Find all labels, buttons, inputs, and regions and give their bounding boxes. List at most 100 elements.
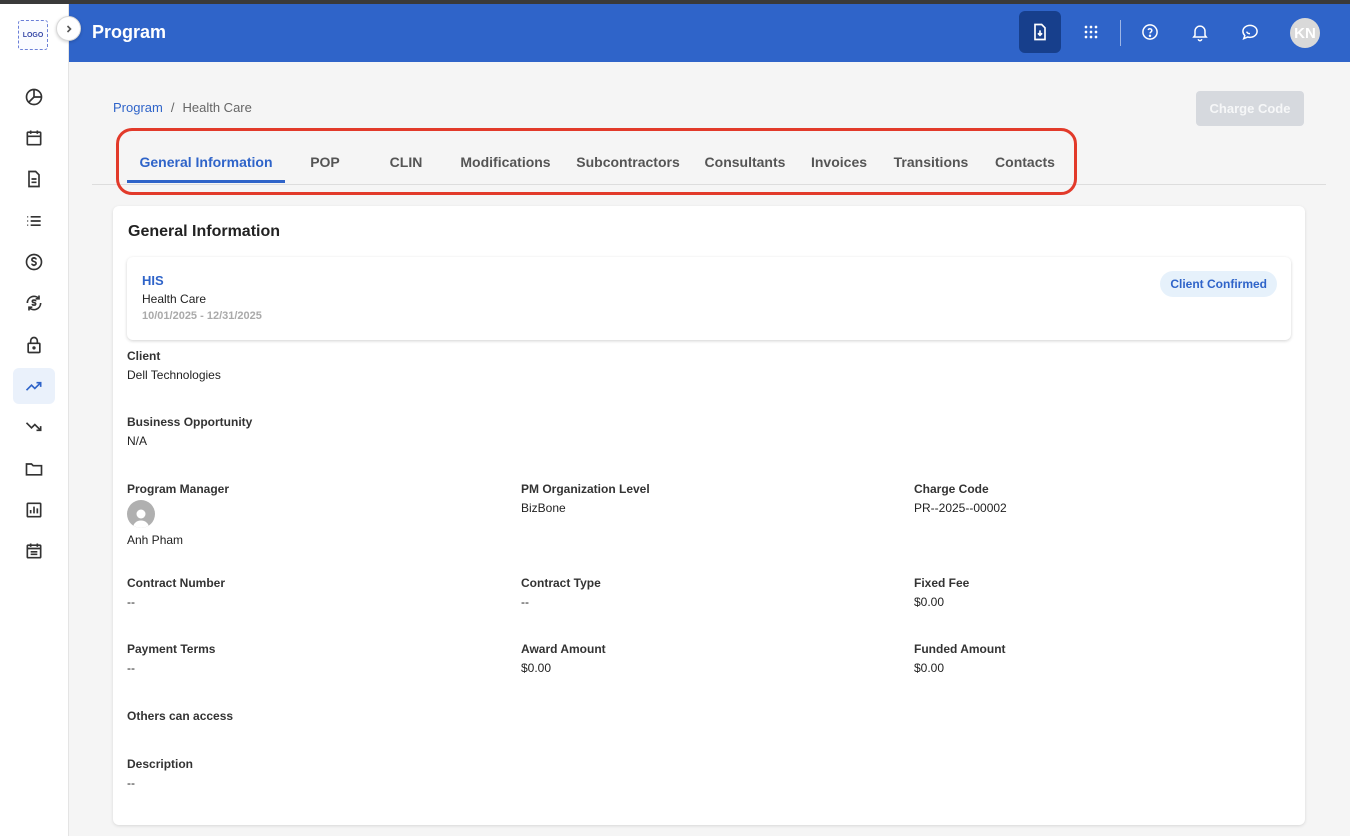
- sidebar-item-programs[interactable]: [13, 368, 55, 404]
- top-header: Program KN: [69, 4, 1350, 62]
- field-contract-number: Contract Number --: [127, 576, 225, 609]
- tab-consultants[interactable]: Consultants: [700, 143, 790, 183]
- field-label: Program Manager: [127, 482, 230, 496]
- tab-subcontractors[interactable]: Subcontractors: [573, 143, 683, 183]
- avatar: [127, 500, 155, 528]
- field-description: Description --: [127, 757, 193, 790]
- general-information-card: General Information HIS Health Care 10/0…: [113, 206, 1305, 825]
- field-value: --: [127, 595, 135, 609]
- person-icon: [133, 509, 149, 528]
- sidebar-item-folders[interactable]: [13, 451, 55, 487]
- pie-chart-icon: [25, 88, 43, 106]
- apps-button[interactable]: [1070, 11, 1112, 53]
- download-button[interactable]: [1019, 11, 1061, 53]
- sidebar-item-reports[interactable]: [13, 492, 55, 528]
- field-value: --: [521, 595, 529, 609]
- field-value: Dell Technologies: [127, 368, 221, 382]
- sidebar-item-calendar[interactable]: [13, 120, 55, 156]
- section-title: General Information: [128, 223, 281, 240]
- charge-code-button[interactable]: Charge Code: [1196, 91, 1304, 126]
- field-label: Business Opportunity: [127, 415, 253, 429]
- program-summary-card: HIS Health Care 10/01/2025 - 12/31/2025 …: [127, 257, 1291, 340]
- notifications-button[interactable]: [1179, 11, 1221, 53]
- tab-transitions[interactable]: Transitions: [889, 143, 973, 183]
- field-value: $0.00: [521, 661, 552, 675]
- tab-contacts[interactable]: Contacts: [991, 143, 1059, 183]
- tabs-divider: [92, 184, 1326, 185]
- help-icon: [1142, 24, 1158, 40]
- user-avatar[interactable]: KN: [1290, 18, 1320, 48]
- field-client: Client Dell Technologies: [127, 349, 221, 382]
- field-label: Fixed Fee: [914, 576, 970, 590]
- app-logo: LOGO: [18, 20, 48, 50]
- bell-icon: [1192, 25, 1208, 42]
- calendar-icon: [26, 130, 42, 146]
- help-button[interactable]: [1129, 11, 1171, 53]
- sidebar-item-dashboard[interactable]: [13, 79, 55, 115]
- chat-button[interactable]: [1229, 11, 1271, 53]
- download-file-icon: [1034, 23, 1046, 41]
- sidebar-item-billing[interactable]: [13, 285, 55, 321]
- status-badge: Client Confirmed: [1160, 271, 1277, 297]
- field-label: Charge Code: [914, 482, 989, 496]
- bar-report-icon: [26, 502, 42, 518]
- field-label: Client: [127, 349, 161, 363]
- field-label: Contract Number: [127, 576, 226, 590]
- field-label: Payment Terms: [127, 642, 216, 656]
- field-value: --: [127, 661, 135, 675]
- document-icon: [28, 170, 40, 188]
- dollar-sync-icon: [26, 295, 42, 311]
- breadcrumb-separator: /: [170, 100, 175, 115]
- sidebar: LOGO: [0, 4, 69, 836]
- program-name: Health Care: [142, 292, 207, 306]
- sidebar-item-documents[interactable]: [13, 161, 55, 197]
- field-label: Others can access: [127, 709, 234, 723]
- tab-clin[interactable]: CLIN: [376, 143, 436, 183]
- field-label: PM Organization Level: [521, 482, 650, 496]
- field-value: Anh Pham: [127, 533, 184, 547]
- chevron-right-icon: [66, 24, 72, 33]
- field-others-can-access: Others can access: [127, 709, 233, 723]
- field-fixed-fee: Fixed Fee $0.00: [914, 576, 969, 609]
- sidebar-item-security[interactable]: [13, 327, 55, 363]
- lock-icon: [27, 336, 41, 354]
- field-business-opportunity: Business Opportunity N/A: [127, 415, 252, 448]
- program-dates: 10/01/2025 - 12/31/2025: [142, 310, 262, 322]
- field-value: $0.00: [914, 595, 945, 609]
- field-label: Description: [127, 757, 194, 771]
- field-award-amount: Award Amount $0.00: [521, 642, 606, 675]
- field-value: --: [127, 776, 135, 790]
- sidebar-item-trending-down[interactable]: [13, 409, 55, 445]
- field-charge-code: Charge Code PR--2025--00002: [914, 482, 1007, 515]
- field-funded-amount: Funded Amount $0.00: [914, 642, 1006, 675]
- breadcrumb-program-link[interactable]: Program: [113, 100, 163, 115]
- header-divider: [1120, 20, 1121, 46]
- trending-up-icon: [25, 381, 42, 391]
- tab-pop[interactable]: POP: [295, 143, 355, 183]
- sidebar-item-finance[interactable]: [13, 244, 55, 280]
- field-label: Contract Type: [521, 576, 601, 590]
- program-code: HIS: [142, 273, 164, 288]
- tab-invoices[interactable]: Invoices: [807, 143, 871, 183]
- trending-down-icon: [25, 422, 42, 432]
- field-program-manager: Program Manager Anh Pham: [127, 482, 229, 547]
- breadcrumb-current: Health Care: [182, 100, 252, 115]
- folder-icon: [25, 463, 43, 476]
- field-pm-organization-level: PM Organization Level BizBone: [521, 482, 650, 515]
- sidebar-item-schedule[interactable]: [13, 533, 55, 569]
- field-label: Award Amount: [521, 642, 606, 656]
- field-contract-type: Contract Type --: [521, 576, 601, 609]
- breadcrumb: Program / Health Care: [113, 100, 252, 115]
- window-top-border: [0, 0, 1350, 4]
- chat-icon: [1242, 24, 1258, 41]
- sidebar-item-list[interactable]: [13, 203, 55, 239]
- dollar-icon: [25, 253, 43, 271]
- apps-grid-icon: [1084, 25, 1098, 39]
- field-value: PR--2025--00002: [914, 501, 1007, 515]
- field-value: BizBone: [521, 501, 566, 515]
- tab-general-information[interactable]: General Information: [127, 143, 285, 183]
- sidebar-expand-button[interactable]: [56, 16, 81, 41]
- tab-modifications[interactable]: Modifications: [455, 143, 556, 183]
- field-payment-terms: Payment Terms --: [127, 642, 215, 675]
- field-label: Funded Amount: [914, 642, 1006, 656]
